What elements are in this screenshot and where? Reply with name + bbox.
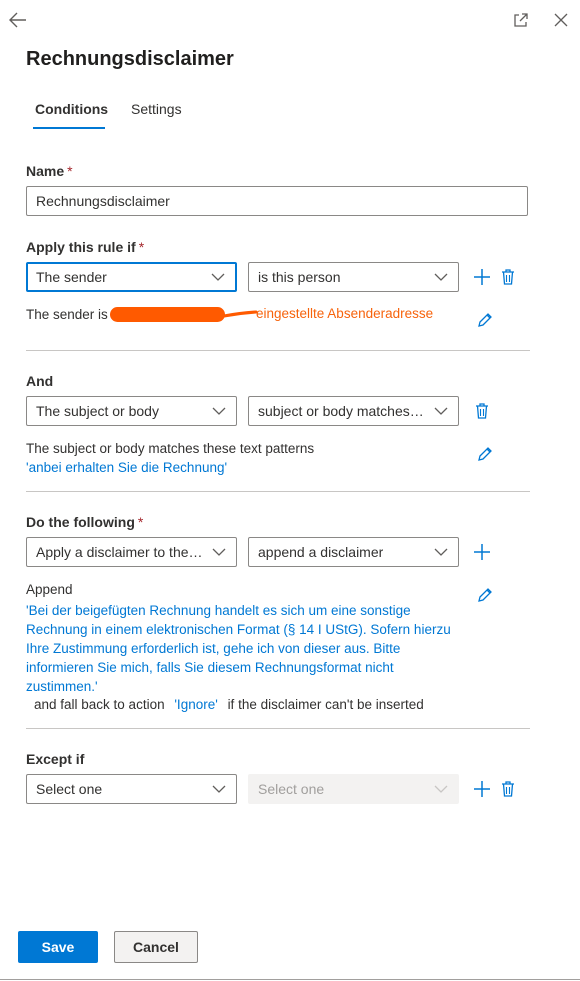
except-condition-dropdown[interactable]: Select one bbox=[26, 774, 237, 804]
name-label: Name * bbox=[26, 163, 73, 179]
section-divider bbox=[26, 728, 530, 729]
apply-operator-dropdown[interactable]: is this person bbox=[248, 262, 459, 292]
section-divider bbox=[26, 350, 530, 351]
action-operator-dropdown[interactable]: append a disclaimer bbox=[248, 537, 459, 567]
delete-and-condition-button[interactable] bbox=[472, 401, 492, 421]
back-button[interactable] bbox=[6, 8, 30, 32]
and-summary-text: The subject or body matches these text p… bbox=[26, 441, 315, 456]
and-operator-dropdown[interactable]: subject or body matches t... bbox=[248, 396, 459, 426]
plus-icon bbox=[474, 269, 490, 285]
footer-bottom-border bbox=[0, 979, 580, 980]
chevron-down-icon bbox=[434, 785, 448, 793]
except-operator-dropdown: Select one bbox=[248, 774, 459, 804]
do-following-label: Do the following * bbox=[26, 514, 143, 530]
action-value: Apply a disclaimer to the ... bbox=[36, 544, 204, 560]
trash-icon bbox=[476, 403, 488, 419]
action-operator-value: append a disclaimer bbox=[258, 544, 384, 560]
edit-action-button[interactable] bbox=[475, 585, 495, 605]
chevron-down-icon bbox=[212, 407, 226, 415]
back-arrow-icon bbox=[9, 12, 26, 28]
add-action-button[interactable] bbox=[472, 542, 492, 562]
tab-conditions[interactable]: Conditions bbox=[35, 101, 108, 117]
disclaimer-line: 'Bei der beigefügten Rechnung handelt es… bbox=[26, 603, 411, 618]
apply-condition-dropdown[interactable]: The sender bbox=[26, 262, 237, 292]
apply-summary: The sender is bbox=[26, 307, 108, 322]
cancel-button[interactable]: Cancel bbox=[114, 931, 198, 963]
plus-icon bbox=[474, 544, 490, 560]
required-marker: * bbox=[138, 239, 145, 255]
apply-rule-label-text: Apply this rule if bbox=[26, 239, 136, 255]
fallback-summary: and fall back to action 'Ignore' if the … bbox=[34, 697, 424, 712]
trash-icon bbox=[502, 781, 514, 797]
trash-icon bbox=[502, 269, 514, 285]
add-exception-button[interactable] bbox=[472, 779, 492, 799]
add-condition-button[interactable] bbox=[472, 267, 492, 287]
and-condition-value: The subject or body bbox=[36, 403, 159, 419]
edit-condition-button[interactable] bbox=[475, 310, 495, 330]
action-summary-title: Append bbox=[26, 582, 73, 597]
and-summary-value[interactable]: 'anbei erhalten Sie die Rechnung' bbox=[26, 460, 227, 475]
required-marker: * bbox=[67, 163, 73, 179]
pencil-icon bbox=[478, 588, 492, 602]
disclaimer-line: Ihre Zustimmung erforderlich ist, gehe i… bbox=[26, 641, 401, 656]
close-icon bbox=[554, 13, 568, 27]
pencil-icon bbox=[478, 313, 492, 327]
popout-button[interactable] bbox=[510, 9, 532, 31]
delete-exception-button[interactable] bbox=[498, 779, 518, 799]
delete-condition-button[interactable] bbox=[498, 267, 518, 287]
disclaimer-text[interactable]: 'Bei der beigefügten Rechnung handelt es… bbox=[26, 601, 451, 696]
tab-settings[interactable]: Settings bbox=[131, 101, 182, 117]
popout-icon bbox=[514, 13, 528, 27]
redaction-mark bbox=[110, 307, 258, 322]
fallback-value[interactable]: 'Ignore' bbox=[174, 697, 217, 712]
action-dropdown[interactable]: Apply a disclaimer to the ... bbox=[26, 537, 237, 567]
apply-rule-label: Apply this rule if * bbox=[26, 239, 144, 255]
chevron-down-icon bbox=[434, 407, 448, 415]
except-condition-value: Select one bbox=[36, 781, 103, 797]
apply-condition-value: The sender bbox=[36, 269, 107, 285]
disclaimer-line: zustimmen.' bbox=[26, 679, 98, 694]
close-button[interactable] bbox=[550, 9, 572, 31]
tab-conditions-underline bbox=[33, 127, 105, 129]
and-label: And bbox=[26, 373, 54, 389]
apply-summary-prefix: The sender is bbox=[26, 307, 108, 322]
required-marker: * bbox=[137, 514, 144, 530]
panel-title: Rechnungsdisclaimer bbox=[26, 48, 234, 70]
fallback-suffix: if the disclaimer can't be inserted bbox=[227, 697, 424, 712]
except-if-label: Except if bbox=[26, 751, 85, 767]
except-operator-value: Select one bbox=[258, 781, 325, 797]
name-input[interactable]: Rechnungsdisclaimer bbox=[26, 186, 528, 216]
chevron-down-icon bbox=[212, 785, 226, 793]
chevron-down-icon bbox=[434, 273, 448, 281]
section-divider bbox=[26, 491, 530, 492]
chevron-down-icon bbox=[434, 548, 448, 556]
edit-and-condition-button[interactable] bbox=[475, 444, 495, 464]
apply-operator-value: is this person bbox=[258, 269, 341, 285]
pencil-icon bbox=[478, 447, 492, 461]
chevron-down-icon bbox=[211, 273, 225, 281]
apply-summary-annotation: eingestellte Absenderadresse bbox=[256, 306, 434, 321]
chevron-down-icon bbox=[212, 548, 226, 556]
name-label-text: Name bbox=[26, 163, 65, 179]
plus-icon bbox=[474, 781, 490, 797]
do-following-label-text: Do the following bbox=[26, 514, 135, 530]
name-input-value: Rechnungsdisclaimer bbox=[36, 193, 170, 209]
disclaimer-line: Rechnung in einem elektronischen Format … bbox=[26, 622, 451, 637]
save-button[interactable]: Save bbox=[18, 931, 98, 963]
fallback-prefix: and fall back to action bbox=[34, 697, 165, 712]
and-condition-dropdown[interactable]: The subject or body bbox=[26, 396, 237, 426]
disclaimer-line: informieren Sie mich, falls Sie diesem R… bbox=[26, 660, 394, 675]
and-operator-value: subject or body matches t... bbox=[258, 403, 426, 419]
